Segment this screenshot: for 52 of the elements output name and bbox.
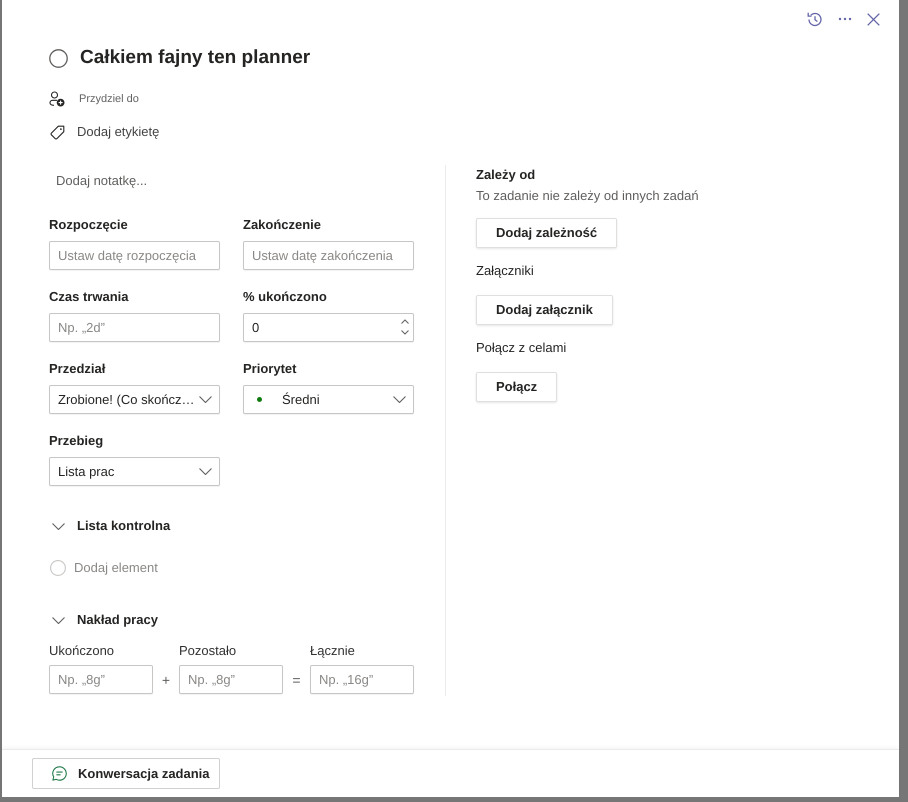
input-field[interactable]: Np. „8g” (49, 665, 153, 694)
chevron-down-icon (52, 616, 65, 624)
field-label: Rozpoczęcie (49, 216, 129, 234)
action-button[interactable]: Dodaj załącznik (476, 295, 613, 325)
chevron-down-icon (199, 468, 212, 475)
chevron-down-icon (199, 396, 212, 403)
conversation-button[interactable]: Konwersacja zadania (32, 758, 220, 789)
close-icon[interactable] (867, 12, 880, 26)
circle-icon (50, 560, 66, 576)
section-title: Załączniki (476, 262, 534, 280)
chat-icon (52, 766, 67, 781)
field-label: Czas trwania (49, 288, 130, 306)
tag-icon (50, 124, 65, 140)
input-field[interactable]: Np. „2d” (49, 313, 220, 342)
field-label: Priorytet (243, 360, 298, 378)
dropdown[interactable]: Zrobione! (Co skończ… (49, 385, 220, 414)
section-description: To zadanie nie zależy od innych zadań (476, 187, 699, 205)
add-label-button[interactable]: Dodaj etykietę (50, 123, 160, 141)
task-title: Całkiem fajny ten planner (80, 46, 310, 70)
field-label: Przedział (49, 360, 106, 378)
field-label: Łącznie (310, 642, 356, 660)
field-label: Przebieg (49, 432, 104, 450)
chevron-down-icon (393, 396, 406, 403)
add-item-field[interactable]: Dodaj element (74, 559, 374, 577)
field-label: Pozostało (179, 642, 238, 660)
section-title: Połącz z celami (476, 339, 566, 357)
completion-checkbox[interactable] (49, 48, 68, 68)
input-field[interactable]: Ustaw datę rozpoczęcia (49, 241, 220, 270)
action-button[interactable]: Dodaj zależność (476, 218, 618, 248)
field-label: Ukończono (49, 642, 116, 660)
person-add-icon (49, 91, 65, 107)
number-field[interactable]: 0 (243, 313, 414, 342)
decrement-icon[interactable] (401, 330, 409, 335)
action-button[interactable]: Połącz (476, 372, 558, 402)
section-title: Zależy od (476, 166, 536, 184)
operator-sign: + (162, 670, 170, 688)
increment-icon[interactable] (401, 319, 409, 324)
more-icon[interactable] (838, 17, 852, 21)
field-label: Zakończenie (243, 216, 322, 234)
history-icon[interactable] (806, 10, 823, 28)
input-field[interactable]: Np. „16g” (310, 665, 414, 694)
checklist-toggle[interactable]: Lista kontrolna (49, 517, 170, 535)
assign-button[interactable]: Przydziel do (49, 90, 139, 108)
dropdown[interactable]: Lista prac (49, 457, 220, 486)
input-field[interactable]: Ustaw datę zakończenia (243, 241, 414, 270)
chevron-down-icon (52, 522, 65, 530)
operator-sign: = (292, 670, 301, 688)
input-field[interactable]: Np. „8g” (179, 665, 283, 694)
dropdown[interactable]: Średni (243, 385, 414, 414)
notes-field[interactable]: Dodaj notatkę... (49, 165, 413, 197)
field-label: % ukończono (243, 288, 328, 306)
effort-toggle[interactable]: Nakład pracy (49, 611, 158, 629)
